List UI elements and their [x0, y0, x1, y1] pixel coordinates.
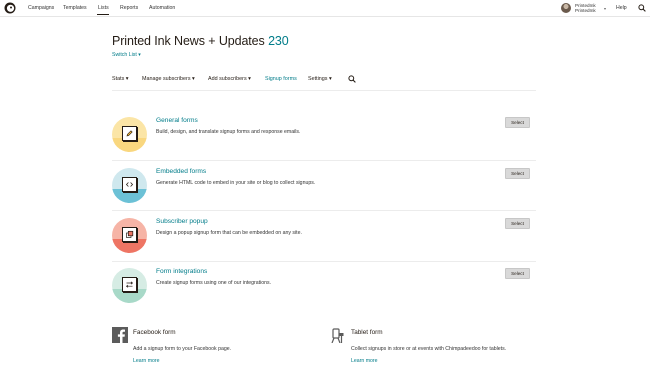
- user-subtitle: PrintedInk: [575, 8, 596, 14]
- switch-list-link[interactable]: Switch List ▾: [112, 52, 141, 58]
- facebook-form-title: Facebook form: [133, 329, 176, 336]
- avatar[interactable]: [561, 3, 571, 13]
- divider: [112, 261, 536, 262]
- mailchimp-logo-icon[interactable]: [4, 2, 16, 14]
- nav-lists[interactable]: Lists: [98, 5, 109, 11]
- embedded-forms-link[interactable]: Embedded forms: [156, 168, 206, 175]
- tablet-icon: [331, 328, 344, 343]
- embedded-forms-illustration: [112, 168, 147, 203]
- select-embedded-forms-button[interactable]: Select: [505, 168, 530, 179]
- code-icon: [125, 182, 134, 187]
- popup-icon: [126, 230, 134, 238]
- select-form-integrations-button[interactable]: Select: [505, 268, 530, 279]
- general-forms-link[interactable]: General forms: [156, 117, 198, 124]
- divider: [112, 160, 536, 161]
- embedded-forms-description: Generate HTML code to embed in your site…: [156, 180, 316, 186]
- nav-automation[interactable]: Automation: [149, 5, 175, 11]
- tab-stats[interactable]: Stats ▾: [112, 76, 129, 82]
- top-nav: Campaigns Templates Lists Reports Automa…: [0, 0, 650, 17]
- tablet-form-title: Tablet form: [351, 329, 383, 336]
- tab-signup-forms[interactable]: Signup forms: [265, 76, 297, 82]
- search-icon[interactable]: [638, 4, 646, 12]
- facebook-icon: [112, 327, 128, 343]
- subscriber-popup-link[interactable]: Subscriber popup: [156, 218, 208, 225]
- general-forms-illustration: [112, 117, 147, 152]
- chevron-down-icon: ▾: [138, 52, 141, 58]
- page-title: Printed Ink News + Updates 230: [112, 34, 289, 48]
- select-general-forms-button[interactable]: Select: [505, 117, 530, 128]
- switch-list-label: Switch List: [112, 52, 137, 58]
- divider: [112, 210, 536, 211]
- select-subscriber-popup-button[interactable]: Select: [505, 218, 530, 229]
- tablet-learn-more-link[interactable]: Learn more: [351, 358, 378, 364]
- tab-add-subscribers[interactable]: Add subscribers ▾: [208, 76, 251, 82]
- facebook-form-description: Add a signup form to your Facebook page.: [133, 346, 232, 352]
- subscriber-popup-description: Design a popup signup form that can be e…: [156, 230, 302, 236]
- nav-reports[interactable]: Reports: [120, 5, 138, 11]
- form-row-integrations: Form integrations Create signup forms us…: [112, 268, 536, 318]
- account-menu[interactable]: PrintedInk PrintedInk: [575, 3, 596, 14]
- list-name: Printed Ink News + Updates: [112, 34, 265, 48]
- help-link[interactable]: Help: [616, 5, 627, 11]
- facebook-learn-more-link[interactable]: Learn more: [133, 358, 160, 364]
- search-icon[interactable]: [348, 75, 356, 83]
- form-integrations-link[interactable]: Form integrations: [156, 268, 207, 275]
- arrows-icon: [125, 281, 134, 288]
- nav-templates[interactable]: Templates: [63, 5, 87, 11]
- pencil-icon: [126, 130, 133, 137]
- subscriber-count: 230: [268, 34, 289, 48]
- subscriber-popup-illustration: [112, 218, 147, 253]
- tab-settings[interactable]: Settings ▾: [308, 76, 332, 82]
- general-forms-description: Build, design, and translate signup form…: [156, 129, 301, 135]
- tab-manage-subscribers[interactable]: Manage subscribers ▾: [142, 76, 195, 82]
- divider: [112, 90, 536, 91]
- nav-campaigns[interactable]: Campaigns: [28, 5, 54, 11]
- tablet-form-description: Collect signups in store or at events wi…: [351, 346, 507, 352]
- form-integrations-illustration: [112, 268, 147, 303]
- chevron-down-icon: ▾: [604, 6, 607, 11]
- nav-active-underline: [97, 14, 109, 16]
- form-integrations-description: Create signup forms using one of our int…: [156, 280, 272, 286]
